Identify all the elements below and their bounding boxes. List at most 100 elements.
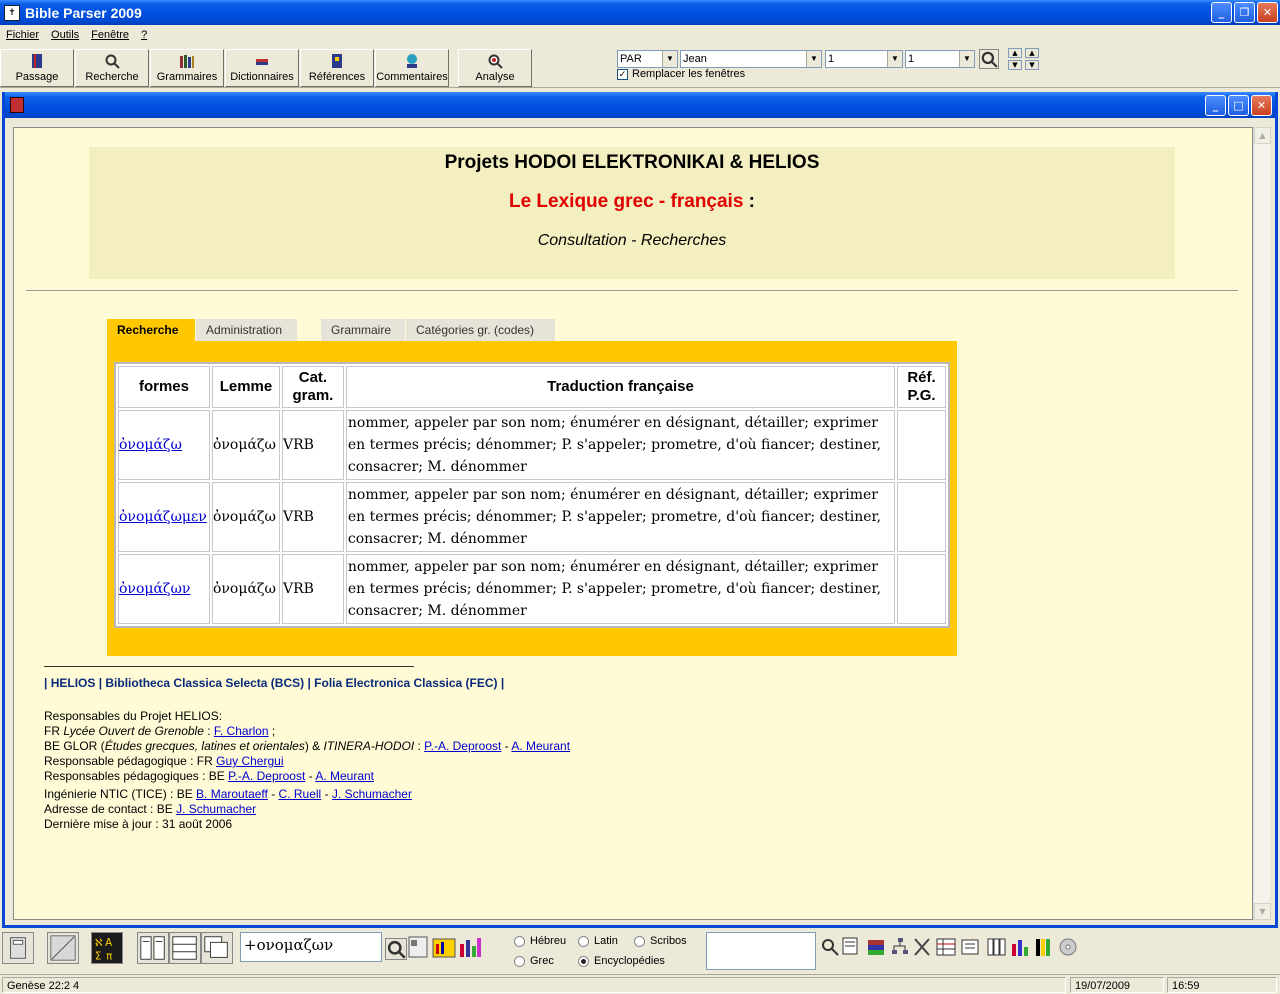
link-charlon[interactable]: F. Charlon bbox=[214, 724, 269, 738]
version-select[interactable]: PAR ▼ bbox=[617, 50, 678, 68]
link-schumacher-contact[interactable]: J. Schumacher bbox=[176, 802, 256, 816]
calculator-icon[interactable] bbox=[2, 932, 34, 964]
forme-link[interactable]: ὀνομάζωμεν bbox=[119, 509, 207, 525]
footer-links[interactable]: | HELIOS | Bibliotheca Classica Selecta … bbox=[44, 676, 570, 691]
spin-down-right[interactable]: ▼ bbox=[1025, 60, 1039, 70]
radio-scribos-label: Scribos bbox=[650, 935, 687, 947]
radio-latin[interactable]: Latin bbox=[578, 935, 618, 947]
spin-up-right[interactable]: ▲ bbox=[1025, 48, 1039, 58]
link-schumacher[interactable]: J. Schumacher bbox=[332, 787, 412, 801]
forme-link[interactable]: ὀνομάζων bbox=[119, 581, 190, 597]
restore-button[interactable]: ❐ bbox=[1234, 2, 1255, 23]
columns-small-icon[interactable] bbox=[986, 936, 1006, 958]
forme-link[interactable]: ὀνομάζω bbox=[119, 437, 182, 453]
spin-up-left[interactable]: ▲ bbox=[1008, 48, 1022, 58]
scroll-down-icon[interactable]: ▼ bbox=[1254, 903, 1271, 920]
link-meurant-2[interactable]: A. Meurant bbox=[315, 769, 374, 783]
commentaries-icon bbox=[407, 54, 417, 68]
col-formes: formes bbox=[118, 366, 210, 408]
recherche-button[interactable]: Recherche bbox=[75, 49, 149, 87]
tree-icon[interactable] bbox=[890, 936, 910, 958]
list-cursor-icon[interactable] bbox=[842, 936, 862, 958]
magnifier-icon[interactable] bbox=[820, 936, 840, 958]
verse-select[interactable]: 1 ▼ bbox=[905, 50, 975, 68]
go-button[interactable] bbox=[979, 49, 999, 69]
dictionnaires-button[interactable]: Dictionnaires bbox=[225, 49, 299, 87]
books-stack-icon[interactable] bbox=[866, 936, 886, 958]
chevron-down-icon[interactable]: ▼ bbox=[959, 51, 974, 67]
windows-icon[interactable] bbox=[201, 932, 233, 964]
book-select[interactable]: Jean ▼ bbox=[680, 50, 822, 68]
trad-cell: nommer, appeler par son nom; énumérer en… bbox=[345, 410, 896, 480]
radio-selected-icon bbox=[578, 955, 589, 967]
table-header-row: formes Lemme Cat. gram. Traduction franç… bbox=[118, 366, 946, 408]
chevron-down-icon[interactable]: ▼ bbox=[887, 51, 902, 67]
subtitle-tail: : bbox=[743, 191, 756, 212]
chevron-down-icon[interactable]: ▼ bbox=[806, 51, 821, 67]
radio-encyclopedies[interactable]: Encyclopédies bbox=[578, 955, 665, 967]
link-ruell[interactable]: C. Ruell bbox=[279, 787, 322, 801]
radio-grec[interactable]: Grec bbox=[514, 955, 554, 967]
link-deproost-2[interactable]: P.-A. Deproost bbox=[228, 769, 305, 783]
status-date: 19/07/2009 bbox=[1070, 977, 1164, 993]
tab-grammaire[interactable]: Grammaire bbox=[321, 319, 405, 341]
document-icon[interactable] bbox=[10, 97, 24, 113]
close-button[interactable]: ✕ bbox=[1257, 2, 1278, 23]
bar-chart-icon[interactable] bbox=[458, 936, 482, 958]
tools-icon[interactable] bbox=[912, 936, 932, 958]
alphabet-icon[interactable]: ℵAΣπ bbox=[91, 932, 123, 964]
grid-icon[interactable] bbox=[408, 936, 428, 958]
link-chergui[interactable]: Guy Chergui bbox=[216, 754, 283, 768]
grammaires-button[interactable]: Grammaires bbox=[150, 49, 224, 87]
check-icon: ✓ bbox=[617, 68, 628, 80]
menu-fenetre[interactable]: Fenêtre bbox=[85, 29, 135, 41]
vertical-scrollbar[interactable]: ▲ ▼ bbox=[1253, 127, 1271, 920]
tab-administration[interactable]: Administration bbox=[196, 319, 297, 341]
scroll-up-icon[interactable]: ▲ bbox=[1254, 127, 1271, 144]
greek-search-input[interactable]: +ονομαζων bbox=[240, 932, 382, 962]
resp-be: BE GLOR (Études grecques, latines et ori… bbox=[44, 739, 570, 754]
forme-cell: ὀνομάζω bbox=[118, 410, 210, 480]
text-icon[interactable] bbox=[960, 936, 980, 958]
cd-icon[interactable] bbox=[1058, 936, 1078, 958]
commentaires-button[interactable]: Commentaires bbox=[375, 49, 449, 87]
ntic-prefix: Ingénierie NTIC (TICE) : BE bbox=[44, 787, 197, 801]
books-color-icon[interactable] bbox=[1034, 936, 1054, 958]
replace-windows-checkbox[interactable]: ✓ Remplacer les fenêtres bbox=[617, 68, 745, 80]
resp-ntic: Ingénierie NTIC (TICE) : BE B. Maroutaef… bbox=[44, 787, 570, 802]
radio-hebreu[interactable]: Hébreu bbox=[514, 935, 566, 947]
tab-categories[interactable]: Catégories gr. (codes) bbox=[406, 319, 555, 341]
resp-peds: Responsables pédagogiques : BE P.-A. Dep… bbox=[44, 769, 570, 784]
radio-hebreu-label: Hébreu bbox=[530, 935, 567, 947]
passage-button[interactable]: Passage bbox=[0, 49, 74, 87]
search-icon[interactable] bbox=[385, 938, 407, 960]
radio-scribos[interactable]: Scribos bbox=[634, 935, 687, 947]
tab-recherche[interactable]: Recherche bbox=[107, 319, 195, 341]
minimize-button[interactable]: _ bbox=[1211, 2, 1232, 23]
dictionary-icon bbox=[256, 59, 268, 65]
spin-down-left[interactable]: ▼ bbox=[1008, 60, 1022, 70]
menu-fichier[interactable]: Fichier bbox=[0, 29, 45, 41]
rows-icon[interactable] bbox=[169, 932, 201, 964]
child-minimize-button[interactable]: _ bbox=[1205, 95, 1226, 116]
chart-icon[interactable] bbox=[432, 936, 456, 958]
forme-cell: ὀνομάζωμεν bbox=[118, 482, 210, 552]
menu-outils[interactable]: Outils bbox=[45, 29, 85, 41]
link-maroutaeff[interactable]: B. Maroutaeff bbox=[196, 787, 268, 801]
child-close-button[interactable]: ✕ bbox=[1251, 95, 1272, 116]
col-lemme: Lemme bbox=[211, 366, 280, 408]
table-icon[interactable] bbox=[936, 936, 956, 958]
columns-icon[interactable] bbox=[137, 932, 169, 964]
analyse-button[interactable]: Analyse bbox=[458, 49, 532, 87]
references-icon bbox=[332, 54, 342, 68]
app-icon[interactable]: ✝ bbox=[4, 4, 20, 21]
chevron-down-icon[interactable]: ▼ bbox=[662, 51, 677, 67]
panel-icon[interactable] bbox=[47, 932, 79, 964]
chapter-select[interactable]: 1 ▼ bbox=[825, 50, 903, 68]
child-maximize-button[interactable]: □ bbox=[1228, 95, 1249, 116]
link-deproost[interactable]: P.-A. Deproost bbox=[424, 739, 501, 753]
references-button[interactable]: Références bbox=[300, 49, 374, 87]
menu-help[interactable]: ? bbox=[135, 29, 153, 41]
bars-icon[interactable] bbox=[1010, 936, 1030, 958]
link-meurant[interactable]: A. Meurant bbox=[511, 739, 570, 753]
